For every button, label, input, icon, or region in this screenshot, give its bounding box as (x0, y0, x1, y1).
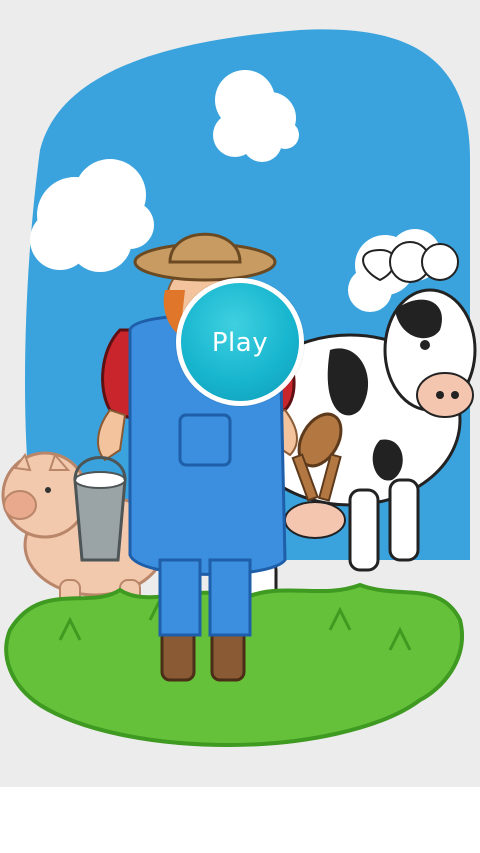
play-button[interactable]: Play (176, 278, 304, 406)
play-button-label: Play (211, 328, 269, 358)
bottom-blank-area (0, 787, 480, 853)
main-menu-screen: Play (0, 0, 480, 787)
